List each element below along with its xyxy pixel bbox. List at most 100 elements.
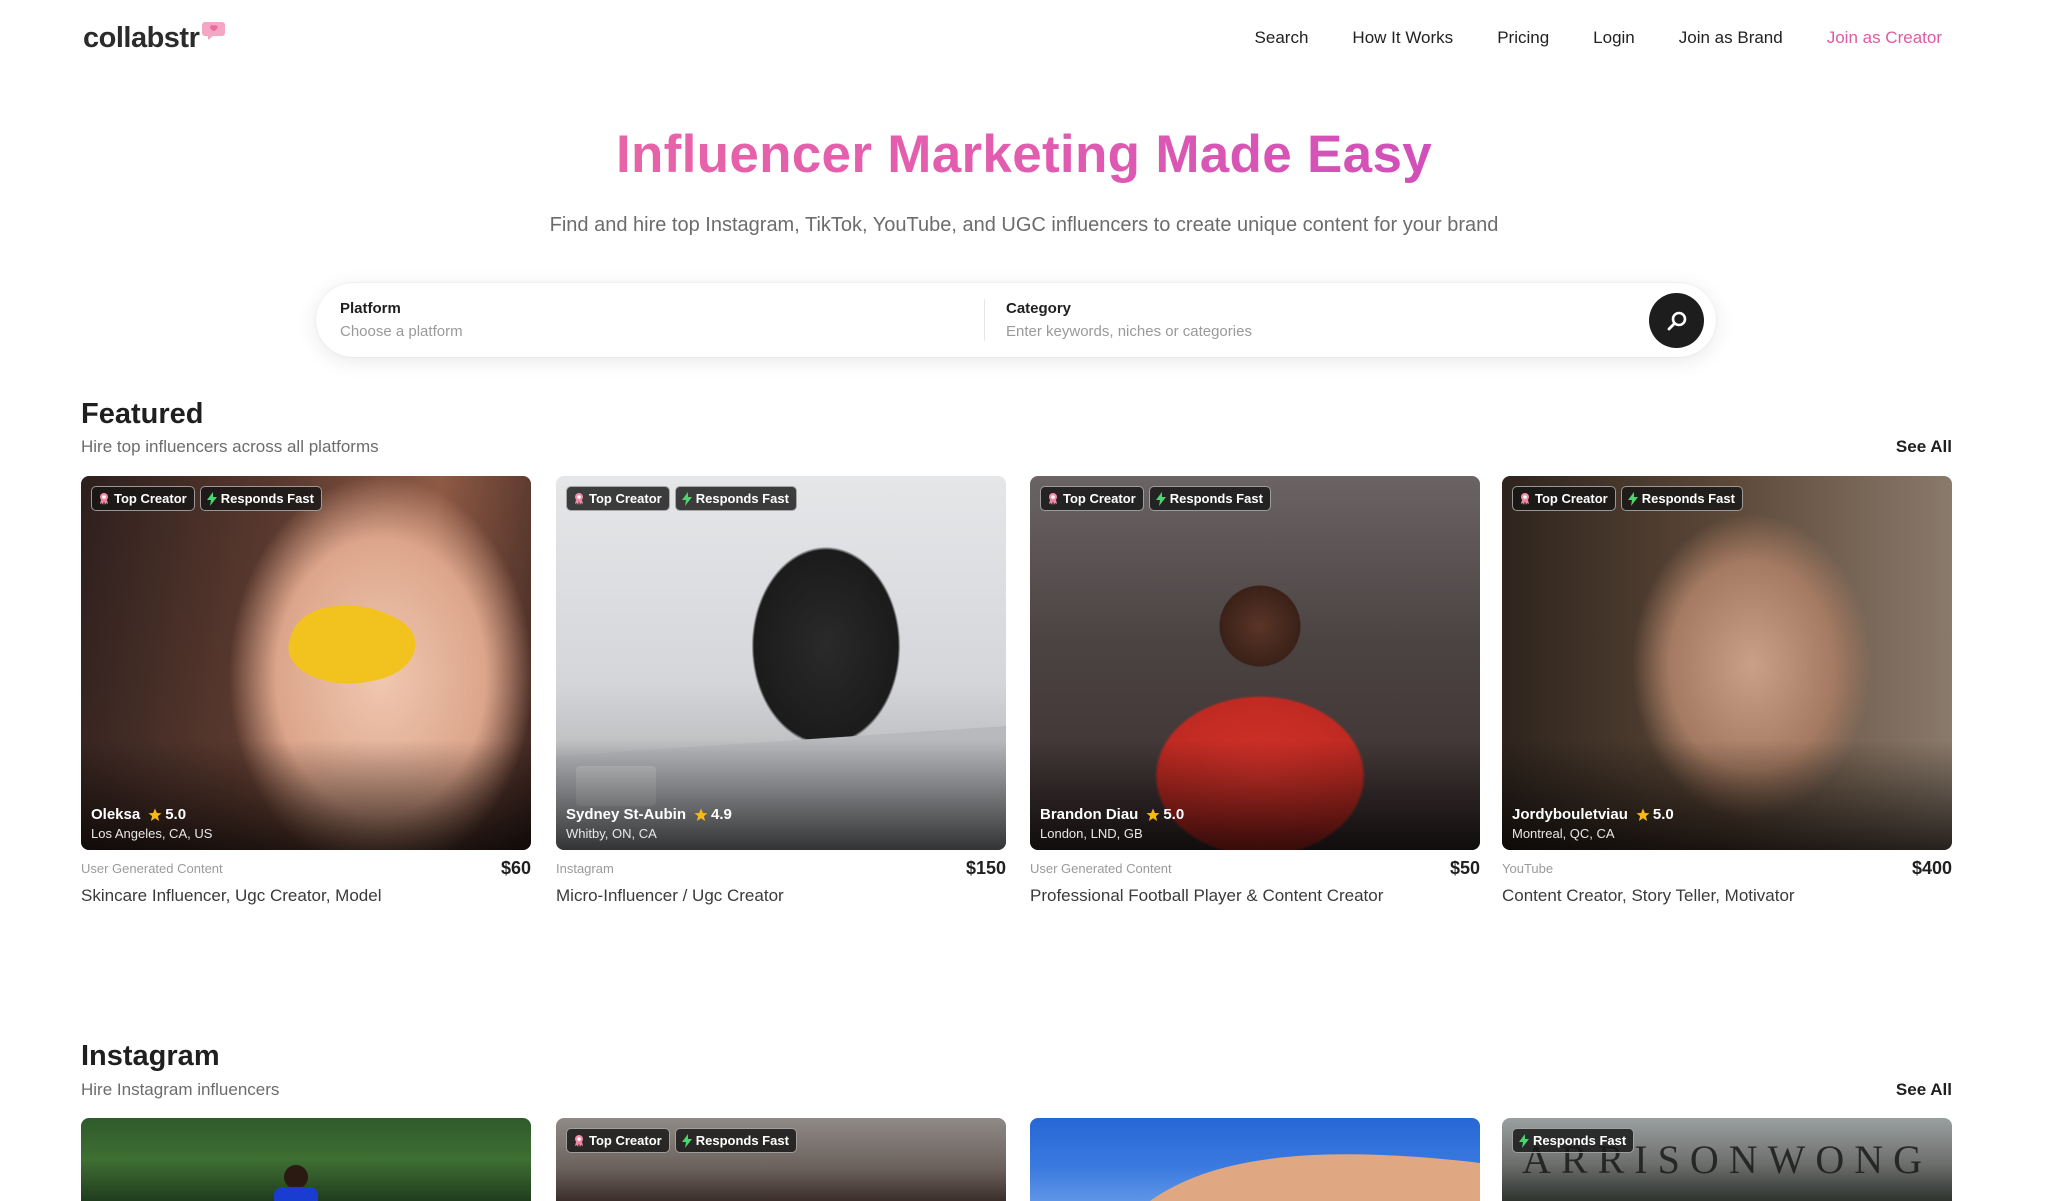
- creator-card[interactable]: Top Creator Responds Fast Sydney St-Aubi…: [556, 476, 1006, 906]
- face-paint-shape: [288, 605, 416, 684]
- creator-title: Skincare Influencer, Ugc Creator, Model: [81, 886, 382, 905]
- bolt-icon: [1155, 491, 1166, 506]
- badge-row: Top Creator Responds Fast: [91, 486, 322, 511]
- responds-fast-label: Responds Fast: [220, 491, 314, 506]
- creator-name-row: Oleksa 5.0: [91, 806, 186, 823]
- nav-how-it-works-link[interactable]: How It Works: [1352, 28, 1453, 48]
- creator-card[interactable]: Top Creator Responds Fast Jordybouletvia…: [1502, 476, 1952, 906]
- creator-card[interactable]: Top Creator Responds Fast Brandon Diau 5…: [1030, 476, 1480, 906]
- responds-fast-badge: Responds Fast: [1620, 486, 1743, 511]
- search-divider: [984, 299, 985, 341]
- bolt-icon: [681, 1133, 692, 1148]
- card-meta: User Generated Content $60: [81, 850, 531, 882]
- creator-location: Whitby, ON, CA: [566, 826, 657, 841]
- responds-fast-label: Responds Fast: [695, 491, 789, 506]
- star-icon: [1146, 808, 1160, 821]
- badge-row: Top Creator Responds Fast: [566, 1128, 797, 1153]
- top-creator-badge: Top Creator: [566, 486, 670, 511]
- badge-row: Responds Fast: [1512, 1128, 1635, 1153]
- nav-join-as-brand-link[interactable]: Join as Brand: [1679, 28, 1783, 48]
- creator-category: Instagram: [556, 861, 614, 876]
- creator-location: Los Angeles, CA, US: [91, 826, 213, 841]
- creator-photo: ARRISONWONG Responds Fast: [1502, 1118, 1952, 1201]
- responds-fast-label: Responds Fast: [1641, 491, 1735, 506]
- creator-price: $60: [500, 858, 531, 878]
- creator-price: $400: [1911, 858, 1952, 878]
- category-input[interactable]: [1006, 323, 1606, 340]
- instagram-title: Instagram: [81, 1040, 220, 1072]
- featured-subtitle: Hire top influencers across all platform…: [81, 437, 379, 456]
- brand-logo[interactable]: collabstr: [83, 22, 227, 55]
- hand-shape: [1150, 1154, 1480, 1201]
- card-meta: YouTube $400: [1502, 850, 1952, 882]
- search-button[interactable]: [1649, 293, 1704, 348]
- bolt-icon: [1627, 491, 1638, 506]
- responds-fast-badge: Responds Fast: [1512, 1128, 1635, 1153]
- search-bar: Platform Category: [316, 283, 1716, 357]
- creator-price: $150: [965, 858, 1006, 878]
- responds-fast-label: Responds Fast: [1533, 1133, 1627, 1148]
- creator-photo: Top Creator Responds Fast Brandon Diau 5…: [1030, 476, 1480, 850]
- platform-input[interactable]: [340, 323, 960, 340]
- creator-category: User Generated Content: [81, 861, 223, 876]
- star-icon: [1636, 808, 1650, 821]
- responds-fast-label: Responds Fast: [695, 1133, 789, 1148]
- nav-search-link[interactable]: Search: [1255, 28, 1309, 48]
- creator-photo: [1030, 1118, 1480, 1201]
- badge-row: Top Creator Responds Fast: [1040, 486, 1271, 511]
- award-icon: [575, 1135, 583, 1147]
- creator-card[interactable]: Top Creator Responds Fast: [556, 1118, 1006, 1201]
- award-icon: [575, 493, 583, 505]
- nav-login-link[interactable]: Login: [1593, 28, 1635, 48]
- nav-pricing-link[interactable]: Pricing: [1497, 28, 1549, 48]
- top-creator-badge: Top Creator: [91, 486, 195, 511]
- top-creator-label: Top Creator: [1535, 491, 1608, 506]
- creator-location: London, LND, GB: [1040, 826, 1143, 841]
- featured-see-all-link[interactable]: See All: [1896, 437, 1952, 457]
- creator-photo: Top Creator Responds Fast Sydney St-Aubi…: [556, 476, 1006, 850]
- creator-name-row: Sydney St-Aubin 4.9: [566, 806, 732, 823]
- creator-photo: Top Creator Responds Fast Jordybouletvia…: [1502, 476, 1952, 850]
- responds-fast-badge: Responds Fast: [1148, 486, 1271, 511]
- person-shape: [274, 1165, 318, 1201]
- creator-rating: 4.9: [694, 806, 732, 823]
- nav-links: Search How It Works Pricing Login Join a…: [1255, 28, 1942, 48]
- instagram-see-all-link[interactable]: See All: [1896, 1080, 1952, 1100]
- platform-label: Platform: [340, 300, 401, 317]
- creator-category: YouTube: [1502, 861, 1554, 876]
- responds-fast-badge: Responds Fast: [674, 1128, 797, 1153]
- creator-card[interactable]: [1030, 1118, 1480, 1201]
- creator-photo: [81, 1118, 531, 1201]
- star-icon: [148, 808, 162, 821]
- top-creator-label: Top Creator: [1063, 491, 1136, 506]
- creator-card[interactable]: ARRISONWONG Responds Fast: [1502, 1118, 1952, 1201]
- creator-rating: 5.0: [148, 806, 186, 823]
- rating-value: 5.0: [165, 806, 187, 823]
- creator-name-row: Jordybouletviau 5.0: [1512, 806, 1674, 823]
- nav-join-as-creator-link[interactable]: Join as Creator: [1827, 28, 1942, 48]
- featured-title: Featured: [81, 398, 204, 430]
- creator-card[interactable]: Top Creator Responds Fast Oleksa 5.0 Los…: [81, 476, 531, 906]
- creator-card[interactable]: [81, 1118, 531, 1201]
- platform-field[interactable]: Platform: [340, 300, 960, 340]
- responds-fast-badge: Responds Fast: [199, 486, 322, 511]
- logo-heart-icon: [201, 20, 227, 47]
- star-icon: [694, 808, 708, 821]
- badge-row: Top Creator Responds Fast: [566, 486, 797, 511]
- creator-name: Oleksa: [91, 806, 141, 823]
- award-icon: [1521, 493, 1529, 505]
- top-creator-badge: Top Creator: [566, 1128, 670, 1153]
- creator-rating: 5.0: [1146, 806, 1184, 823]
- creator-name-row: Brandon Diau 5.0: [1040, 806, 1184, 823]
- creator-title: Content Creator, Story Teller, Motivator: [1502, 886, 1795, 905]
- top-nav: collabstr Search How It Works Pricing Lo…: [0, 0, 2048, 80]
- top-creator-label: Top Creator: [114, 491, 187, 506]
- creator-photo: Top Creator Responds Fast: [556, 1118, 1006, 1201]
- creator-name: Sydney St-Aubin: [566, 806, 687, 823]
- creator-location: Montreal, QC, CA: [1512, 826, 1615, 841]
- logo-text: collabstr: [83, 22, 200, 54]
- instagram-subtitle: Hire Instagram influencers: [81, 1080, 280, 1099]
- hero-title: Influencer Marketing Made Easy: [0, 124, 2048, 185]
- creator-title: Professional Football Player & Content C…: [1030, 886, 1384, 905]
- category-field[interactable]: Category: [1006, 300, 1606, 340]
